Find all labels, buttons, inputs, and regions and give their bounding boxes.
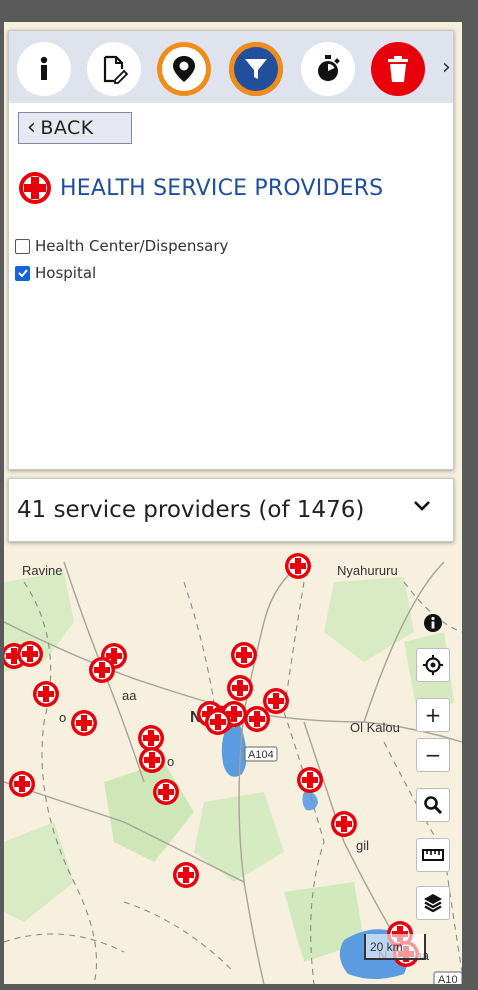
info-circle-icon — [424, 614, 442, 632]
hospital-marker[interactable] — [33, 681, 59, 707]
device-frame: Ravine Nyahururu Nakuru Ol Kalou A104 aa… — [0, 0, 478, 990]
map-label-nyahururu: Nyahururu — [337, 563, 398, 578]
zoom-out-button[interactable]: − — [416, 738, 450, 772]
section-title: HEALTH SERVICE PROVIDERS — [60, 175, 384, 201]
chevron-down-icon[interactable] — [413, 499, 431, 513]
filter-icon — [245, 59, 267, 79]
chevron-left-icon: ‹ — [27, 115, 37, 140]
red-cross-icon — [19, 172, 51, 204]
stopwatch-icon — [318, 55, 340, 81]
back-button[interactable]: ‹ BACK — [18, 112, 132, 144]
results-summary-bar[interactable]: 41 service providers (of 1476) — [8, 478, 454, 542]
back-button-label: BACK — [40, 117, 94, 139]
measure-button[interactable] — [416, 838, 450, 872]
location-button[interactable] — [157, 42, 211, 96]
checkbox-health-center[interactable] — [15, 238, 30, 254]
filter-option-label: Health Center/Dispensary — [35, 237, 229, 255]
map-scale-bar: 20 km — [364, 934, 426, 960]
delete-button[interactable] — [371, 42, 425, 96]
hospital-marker[interactable] — [244, 706, 270, 732]
hospital-marker[interactable] — [263, 688, 289, 714]
crosshair-icon — [423, 655, 443, 675]
map-label-ol-kalou: Ol Kalou — [350, 720, 400, 735]
filter-panel: › ‹ BACK HEALTH SERVICE PROVIDERS Health… — [8, 30, 454, 470]
layers-button[interactable] — [416, 886, 450, 920]
app-screen: Ravine Nyahururu Nakuru Ol Kalou A104 aa… — [4, 22, 462, 984]
hospital-marker[interactable] — [9, 771, 35, 797]
hospital-marker[interactable] — [231, 642, 257, 668]
map-road-a104: A104 — [248, 749, 274, 761]
ruler-icon — [422, 849, 444, 861]
filter-button[interactable] — [229, 42, 283, 96]
map-label-o-west: o — [59, 710, 66, 725]
hospital-marker[interactable] — [153, 779, 179, 805]
location-pin-icon — [173, 56, 195, 82]
info-button[interactable] — [17, 42, 71, 96]
map-search-button[interactable] — [416, 788, 450, 822]
locate-me-button[interactable] — [416, 648, 450, 682]
filter-option-label: Hospital — [35, 264, 97, 282]
hospital-marker[interactable] — [297, 767, 323, 793]
search-icon — [424, 796, 443, 815]
map-label-o-center: o — [167, 754, 174, 769]
hospital-marker[interactable] — [89, 657, 115, 683]
hospital-marker[interactable] — [173, 862, 199, 888]
hospital-marker[interactable] — [139, 747, 165, 773]
hospital-marker[interactable] — [285, 553, 311, 579]
info-icon — [40, 56, 48, 80]
edit-document-icon — [103, 55, 129, 84]
hospital-marker[interactable] — [227, 675, 253, 701]
hospital-marker[interactable] — [331, 811, 357, 837]
map-label-aa: aa — [122, 688, 137, 703]
filter-option-health-center[interactable]: Health Center/Dispensary — [15, 237, 228, 255]
checkmark-icon — [17, 269, 28, 278]
hospital-marker[interactable] — [17, 641, 43, 667]
map-label-gil: gil — [356, 838, 369, 853]
zoom-in-button[interactable]: + — [416, 698, 450, 732]
map-label-ravine: Ravine — [22, 563, 62, 578]
edit-document-button[interactable] — [87, 42, 141, 96]
map-info-button[interactable] — [416, 606, 450, 640]
map-road-a10: A10 — [438, 974, 458, 984]
toolbar: › — [9, 31, 453, 103]
section-heading: HEALTH SERVICE PROVIDERS — [18, 171, 383, 205]
results-count-text: 41 service providers (of 1476) — [17, 497, 365, 523]
stopwatch-button[interactable] — [301, 42, 355, 96]
trash-icon — [388, 56, 408, 82]
toolbar-more-button[interactable]: › — [442, 55, 451, 80]
hospital-marker[interactable] — [71, 710, 97, 736]
layers-icon — [424, 894, 442, 913]
hospital-marker[interactable] — [205, 709, 231, 735]
filter-option-hospital[interactable]: Hospital — [15, 264, 96, 282]
checkbox-hospital[interactable] — [15, 265, 30, 281]
